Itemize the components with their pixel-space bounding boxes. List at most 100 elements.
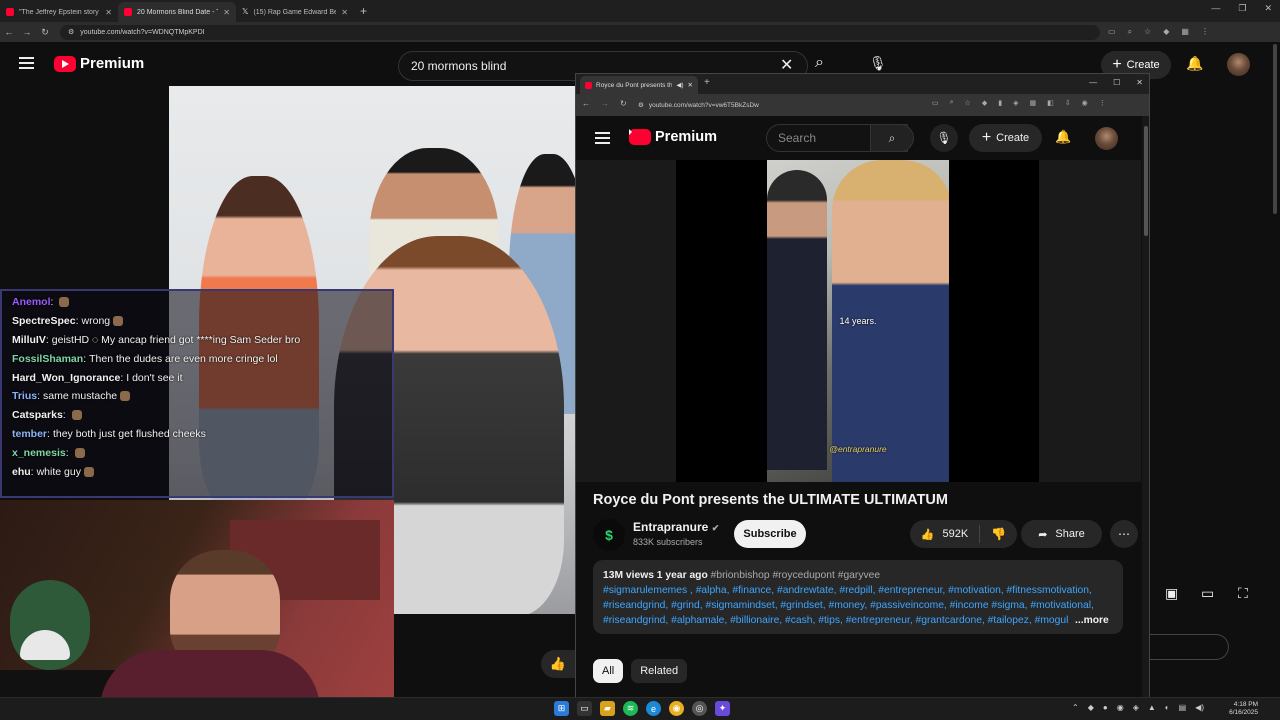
tray-app-icon[interactable]: ◉ <box>1117 703 1124 712</box>
chat-username[interactable]: Trius <box>12 390 37 402</box>
chat-username[interactable]: Hard_Won_Ignorance <box>12 372 120 384</box>
extension-icon[interactable]: ◈ <box>1013 99 1018 107</box>
description-tags[interactable]: #riseandgrind, #alphamale, #billionaire,… <box>603 613 1075 628</box>
clock[interactable]: 4:18 PM 6/16/2025 <box>1229 701 1258 717</box>
close-tab-icon[interactable]: ✕ <box>341 8 348 17</box>
close-tab-icon[interactable]: ✕ <box>105 8 112 17</box>
close-tab-icon[interactable]: ✕ <box>688 81 693 89</box>
popup-tab[interactable]: Royce du Pont presents the... ◀) ✕ <box>580 76 698 94</box>
forward-icon[interactable]: → <box>601 99 609 108</box>
share-button[interactable]: ➦ Share <box>1021 520 1102 548</box>
tray-app-icon[interactable]: ◐ <box>1165 703 1170 712</box>
cast-icon[interactable]: ▭ <box>932 99 939 107</box>
description-tags[interactable]: #riseandgrind, #grind, #sigmamindset, #g… <box>603 598 1113 613</box>
reload-icon[interactable]: ↻ <box>36 27 54 38</box>
chat-username[interactable]: tember <box>12 428 47 440</box>
channel-name[interactable]: Entrapranure ✔ <box>633 520 719 534</box>
extension-icon[interactable]: ◆ <box>1163 27 1169 37</box>
tray-app-icon[interactable]: ◈ <box>1133 703 1139 712</box>
miniplayer-icon[interactable]: ▣ <box>1165 585 1178 602</box>
search-icon[interactable]: ⌕ <box>815 54 824 72</box>
youtube-premium-logo[interactable]: Premium <box>54 55 144 72</box>
chat-username[interactable]: Anemol <box>12 296 51 308</box>
network-icon[interactable]: ▤ <box>1179 703 1187 712</box>
microphone-icon[interactable]: 🎙 <box>869 55 887 72</box>
avatar[interactable] <box>1095 127 1118 150</box>
hamburger-menu-icon[interactable] <box>595 132 610 144</box>
back-icon[interactable]: ← <box>582 99 590 108</box>
cast-icon[interactable]: ▭ <box>1108 27 1116 37</box>
edge-icon[interactable]: e <box>646 701 661 716</box>
maximize-icon[interactable]: ☐ <box>1113 78 1120 87</box>
youtube-premium-logo[interactable]: Premium <box>629 129 717 145</box>
browser-tab[interactable]: "The Jeffrey Epstein story is a b ✕ <box>0 2 118 22</box>
forward-icon[interactable]: → <box>18 27 36 37</box>
spotify-icon[interactable]: ≋ <box>623 701 638 716</box>
site-info-icon[interactable]: ⚙ <box>638 101 644 109</box>
tray-chevron-icon[interactable]: ⌃ <box>1072 703 1079 712</box>
new-tab-button[interactable]: + <box>354 4 373 18</box>
site-info-icon[interactable]: ⚙ <box>68 28 74 36</box>
app-icon[interactable]: ✦ <box>715 701 730 716</box>
popup-video-player[interactable]: 14 years. @entrapranure <box>576 160 1141 482</box>
back-icon[interactable]: ← <box>0 27 18 37</box>
tray-app-icon[interactable]: ◆ <box>1088 703 1094 712</box>
subscribe-button[interactable]: Subscribe <box>734 520 806 548</box>
browser-tab-active[interactable]: 20 Mormons Blind Date - The... ✕ <box>118 2 236 22</box>
volume-icon[interactable]: ◀) <box>1195 703 1204 712</box>
close-tab-icon[interactable]: ✕ <box>223 8 230 17</box>
obs-icon[interactable]: ◎ <box>692 701 707 716</box>
theater-mode-icon[interactable]: ▭ <box>1201 585 1214 602</box>
close-icon[interactable]: ✕ <box>1136 78 1143 87</box>
audio-icon[interactable]: ◀) <box>676 81 683 89</box>
file-explorer-icon[interactable]: ▰ <box>600 701 615 716</box>
menu-dots-icon[interactable]: ⋮ <box>1099 99 1106 107</box>
new-tab-button[interactable]: + <box>704 77 710 88</box>
menu-dots-icon[interactable]: ⋮ <box>1201 27 1209 37</box>
tray-app-icon[interactable]: ● <box>1103 703 1108 712</box>
hamburger-menu-icon[interactable] <box>19 57 34 69</box>
more-actions-button[interactable]: ⋯ <box>1110 520 1138 548</box>
chat-username[interactable]: ehu <box>12 466 31 478</box>
minimize-icon[interactable]: — <box>1089 78 1097 87</box>
reload-icon[interactable]: ↻ <box>620 99 627 108</box>
tray-app-icon[interactable]: ▲ <box>1148 703 1156 712</box>
puzzle-icon[interactable]: ▦ <box>1181 27 1189 37</box>
description-tags[interactable]: #sigmarulememes , #alpha, #finance, #and… <box>603 583 1113 598</box>
close-icon[interactable]: ✕ <box>1264 3 1272 14</box>
zoom-icon[interactable]: ⌕ <box>1128 27 1132 37</box>
url-field[interactable]: ⚙ youtube.com/watch?v=WDNQTMpKPDI <box>60 24 1100 40</box>
notifications-bell-icon[interactable]: 🔔 <box>1186 55 1203 72</box>
chrome-icon[interactable]: ◉ <box>669 701 684 716</box>
browser-tab[interactable]: 𝕏 (15) Rap Game Edward Bernays ✕ <box>236 2 354 22</box>
dislike-button[interactable]: 👎 <box>980 527 1017 541</box>
scroll-thumb[interactable] <box>1273 44 1277 214</box>
like-button[interactable]: 👍 592K <box>910 525 980 543</box>
chat-username[interactable]: FossilShaman <box>12 353 83 365</box>
show-more-link[interactable]: ...more <box>1075 613 1109 628</box>
notifications-bell-icon[interactable]: 🔔 <box>1055 129 1071 145</box>
sidebar-icon[interactable]: ◧ <box>1047 99 1054 107</box>
outer-comment-input[interactable] <box>1148 634 1229 660</box>
bookmark-star-icon[interactable]: ☆ <box>965 99 971 107</box>
clear-search-icon[interactable]: ✕ <box>780 55 793 75</box>
create-button[interactable]: + Create <box>969 124 1042 152</box>
trash-icon[interactable]: ▮ <box>998 99 1002 107</box>
outer-scrollbar[interactable] <box>1271 42 1280 697</box>
profile-icon[interactable]: ◉ <box>1082 99 1088 107</box>
minimize-icon[interactable]: — <box>1211 3 1220 14</box>
chip-all[interactable]: All <box>593 659 624 683</box>
scroll-thumb[interactable] <box>1144 126 1148 236</box>
chat-username[interactable]: Catsparks <box>12 409 63 421</box>
channel-avatar[interactable]: $ <box>593 519 625 551</box>
microphone-button[interactable]: 🎙 <box>930 124 958 152</box>
chat-username[interactable]: MilluIV <box>12 334 46 346</box>
chat-username[interactable]: SpectreSpec <box>12 315 76 327</box>
restore-icon[interactable]: ❐ <box>1238 3 1246 14</box>
popup-scrollbar[interactable] <box>1142 116 1149 719</box>
chip-related[interactable]: Related <box>631 659 688 683</box>
download-icon[interactable]: ⇩ <box>1065 99 1071 107</box>
zoom-icon[interactable]: ⌕ <box>950 99 954 107</box>
puzzle-icon[interactable]: ▦ <box>1029 99 1036 107</box>
chat-username[interactable]: x_nemesis <box>12 447 66 459</box>
